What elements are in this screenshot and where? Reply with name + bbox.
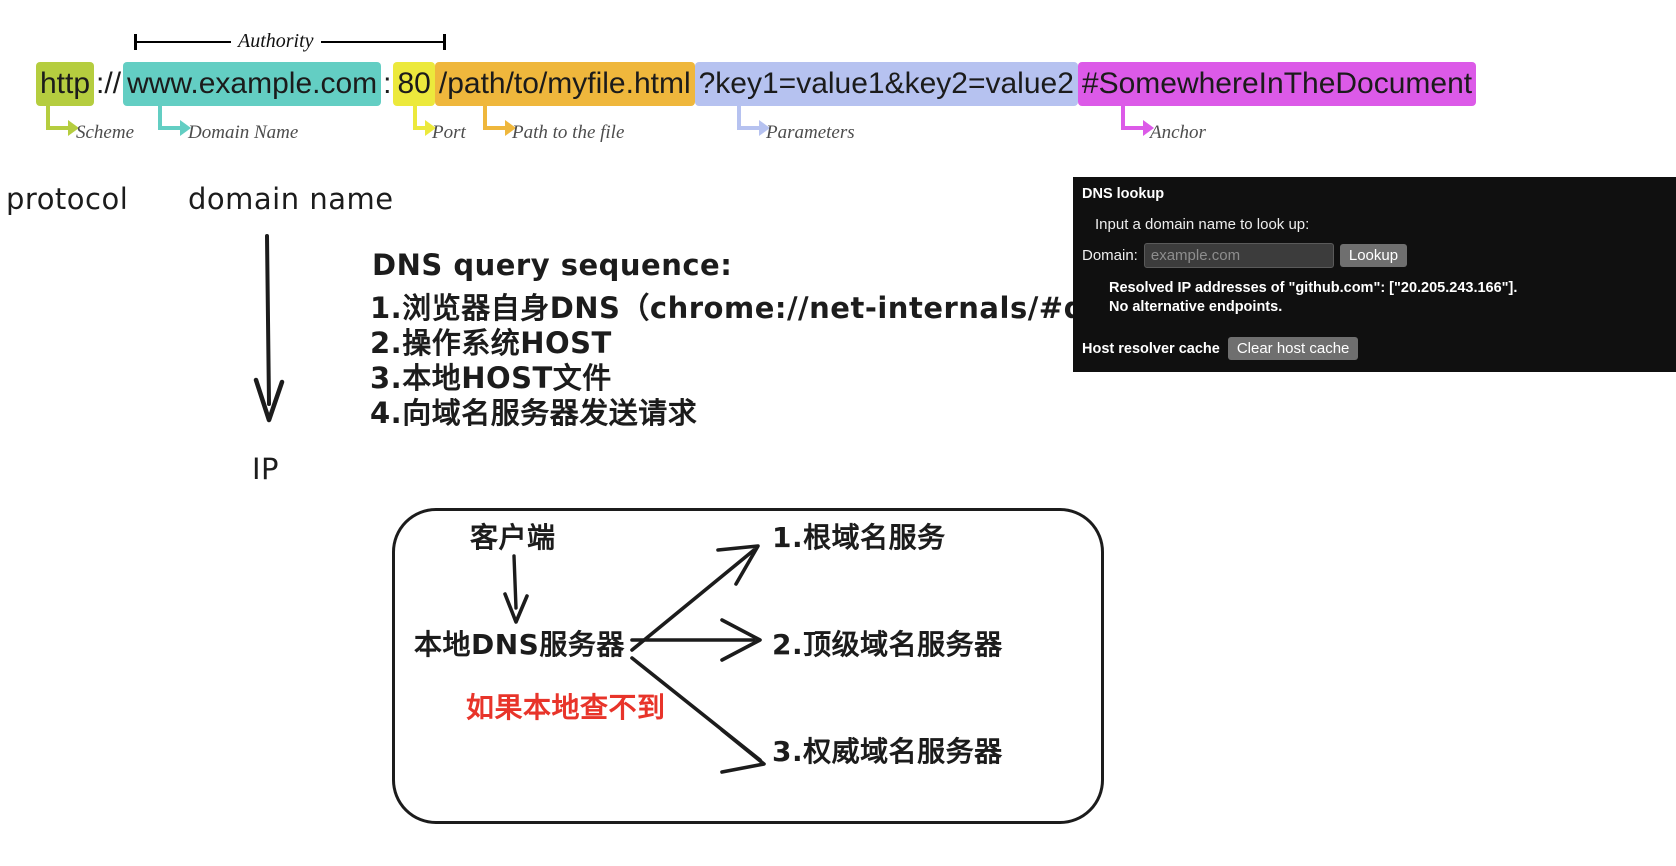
url-segment-anchor: #SomewhereInTheDocument: [1077, 62, 1477, 106]
dns-sequence-item-4: 4.向域名服务器发送请求: [370, 396, 698, 430]
dns-result-line-1: Resolved IP addresses of "github.com": […: [1109, 280, 1518, 296]
annotation-protocol: protocol: [6, 182, 129, 216]
url-string: http://www.example.com:80/path/to/myfile…: [36, 62, 1477, 106]
flow-arrows: [503, 544, 766, 774]
dns-domain-label: Domain:: [1082, 247, 1138, 264]
caption-scheme: Scheme: [76, 122, 135, 143]
lookup-button[interactable]: Lookup: [1339, 244, 1408, 267]
dns-sequence-heading: DNS query sequence:: [372, 248, 733, 282]
caption-anchor: Anchor: [1150, 122, 1206, 143]
url-separator-colon: :: [383, 67, 392, 100]
dns-lookup-panel: DNS lookup Input a domain name to look u…: [1073, 177, 1676, 372]
dns-result-line-2: No alternative endpoints.: [1109, 298, 1283, 315]
url-segment-domain: www.example.com: [123, 62, 382, 106]
caption-domain-name: Domain Name: [188, 122, 299, 143]
url-segment-port: 80: [393, 62, 435, 106]
dns-domain-input[interactable]: [1143, 243, 1334, 268]
annotation-ip: IP: [252, 452, 280, 486]
url-anatomy-diagram: Authority http://www.example.com:80/path…: [0, 0, 1676, 160]
host-cache-row: Host resolver cache Clear host cache: [1073, 316, 1676, 361]
url-segment-scheme: http: [36, 62, 95, 106]
dns-result: Resolved IP addresses of "github.com": […: [1073, 268, 1676, 316]
clear-host-cache-button[interactable]: Clear host cache: [1227, 337, 1359, 361]
caption-port: Port: [432, 122, 466, 143]
host-cache-label: Host resolver cache: [1082, 340, 1220, 357]
caption-path: Path to the file: [512, 122, 625, 143]
domain-to-ip-arrow: [253, 234, 285, 423]
dns-panel-title: DNS lookup: [1082, 186, 1165, 202]
url-separator-slashes: ://: [96, 67, 122, 100]
dns-domain-row: Domain: Lookup: [1073, 233, 1676, 268]
dns-resolution-flow-diagram: 客户端 本地DNS服务器 如果本地查不到 1.根域名服务 2.顶级域名服务器 3…: [392, 508, 1104, 824]
url-segment-parameters: ?key1=value1&key2=value2: [694, 62, 1078, 106]
authority-label: Authority: [231, 28, 321, 54]
url-segment-path: /path/to/myfile.html: [434, 62, 695, 106]
annotation-domain-name: domain name: [188, 182, 394, 216]
caption-parameters: Parameters: [766, 122, 855, 143]
dns-panel-prompt: Input a domain name to look up:: [1095, 216, 1310, 233]
